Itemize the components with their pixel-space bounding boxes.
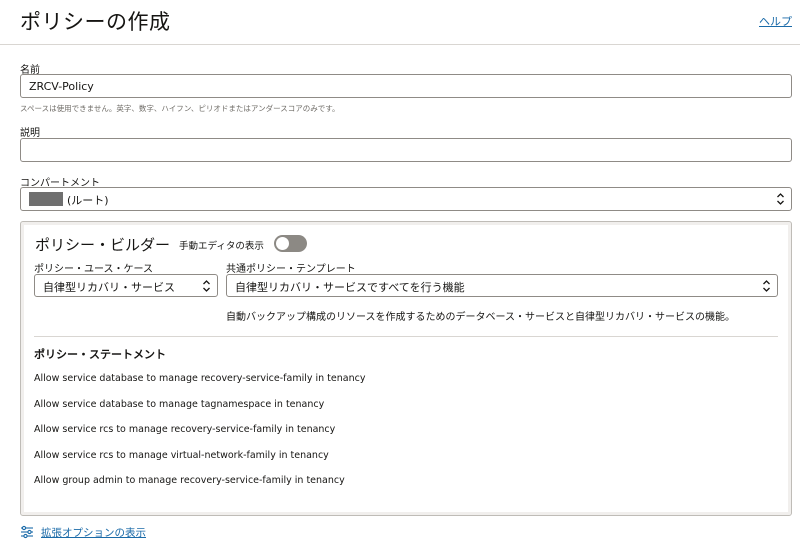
advanced-options-label: 拡張オプションの表示 xyxy=(41,526,146,539)
description-input[interactable] xyxy=(20,138,792,162)
chevron-up-down-icon xyxy=(763,280,770,292)
toggle-knob xyxy=(276,237,289,250)
page-title: ポリシーの作成 xyxy=(20,10,171,34)
chevron-up-down-icon xyxy=(777,193,784,205)
redacted-compartment-name xyxy=(29,192,63,206)
template-label: 共通ポリシー・テンプレート xyxy=(226,264,356,275)
policy-builder-panel: ポリシー・ビルダー 手動エディタの表示 ポリシー・ユース・ケース 自律型リカバリ… xyxy=(20,221,792,516)
policy-statement: Allow service database to manage tagname… xyxy=(34,399,325,410)
manual-editor-toggle[interactable] xyxy=(274,235,307,252)
template-select[interactable]: 自律型リカバリ・サービスですべてを行う機能 xyxy=(226,274,778,297)
divider xyxy=(34,336,778,337)
policy-statement: Allow service rcs to manage virtual-netw… xyxy=(34,450,329,461)
policy-statement: Allow service rcs to manage recovery-ser… xyxy=(34,424,336,435)
use-case-label: ポリシー・ユース・ケース xyxy=(34,264,153,275)
use-case-select[interactable]: 自律型リカバリ・サービス xyxy=(34,274,218,297)
chevron-up-down-icon xyxy=(203,280,210,292)
description-label: 説明 xyxy=(20,128,40,139)
compartment-value: (ルート) xyxy=(67,194,109,207)
manual-editor-label: 手動エディタの表示 xyxy=(179,241,264,252)
policy-builder-title: ポリシー・ビルダー xyxy=(35,236,171,254)
show-advanced-options-link[interactable]: 拡張オプションの表示 xyxy=(20,524,146,540)
name-input[interactable] xyxy=(20,74,792,98)
policy-statement: Allow group admin to manage recovery-ser… xyxy=(34,475,345,486)
use-case-value: 自律型リカバリ・サービス xyxy=(43,281,175,294)
policy-statement: Allow service database to manage recover… xyxy=(34,373,366,384)
template-description: 自動バックアップ構成のリソースを作成するためのデータベース・サービスと自律型リカ… xyxy=(226,312,735,323)
sliders-icon xyxy=(21,525,33,539)
compartment-select[interactable]: (ルート) xyxy=(20,187,792,211)
name-hint: スペースは使用できません。英字、数字、ハイフン、ピリオドまたはアンダースコアのみ… xyxy=(20,104,340,113)
page-header: ポリシーの作成 ヘルプ xyxy=(0,0,800,45)
policy-statements-title: ポリシー・ステートメント xyxy=(34,348,166,361)
template-value: 自律型リカバリ・サービスですべてを行う機能 xyxy=(235,281,465,294)
help-link[interactable]: ヘルプ xyxy=(759,13,792,29)
